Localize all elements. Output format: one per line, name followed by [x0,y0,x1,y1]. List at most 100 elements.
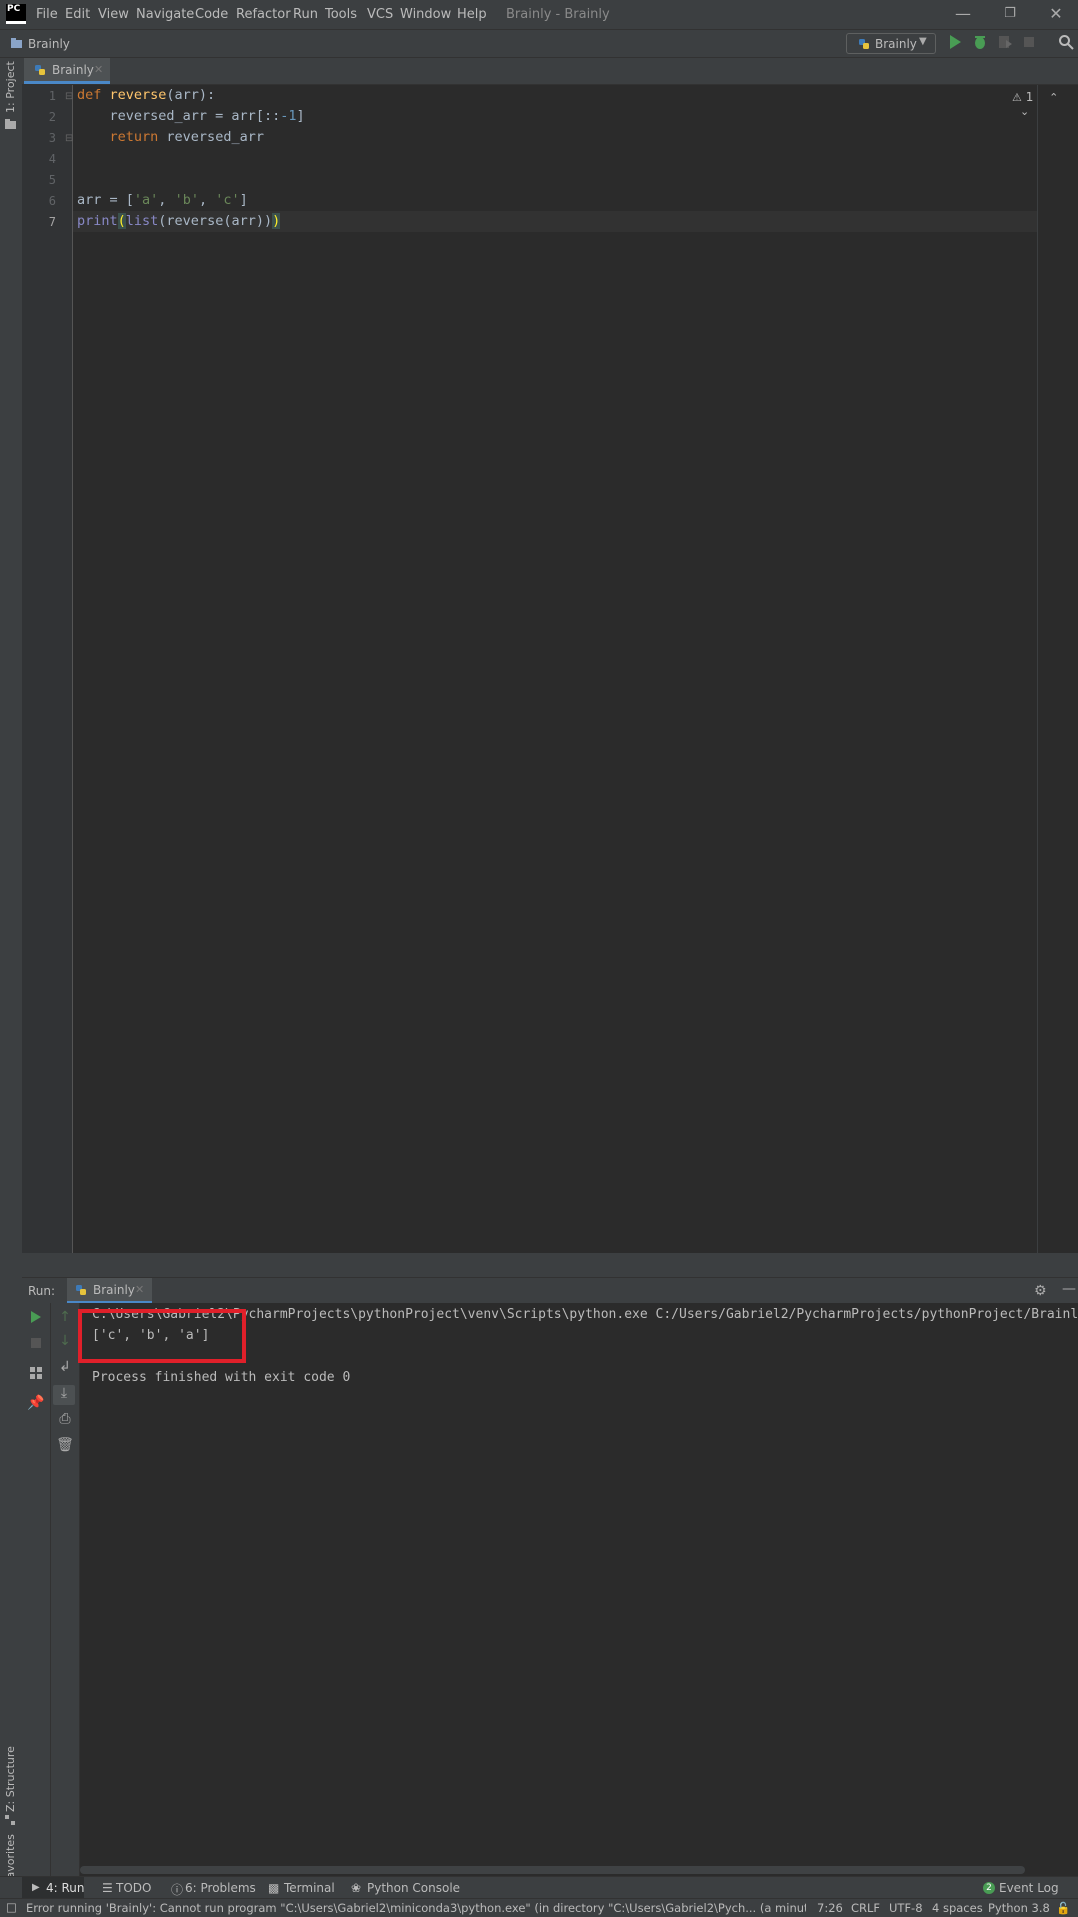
code-token: 'c' [215,192,240,208]
rerun-icon[interactable] [22,1310,50,1328]
chevron-up-icon[interactable]: ⌃ [1049,91,1058,104]
menu-navigate[interactable]: Navigate [136,7,194,22]
code-token: (arr): [166,87,216,103]
line-separator[interactable]: CRLF [851,1901,880,1915]
structure-icon [5,1814,17,1829]
code-line-1[interactable]: def reverse(arr): [77,87,215,103]
code-line-7[interactable]: print(list(reverse(arr))) [77,213,281,229]
editor-tab-bar: Brainly ✕ [22,58,1078,85]
menu-tools[interactable]: Tools [325,7,357,22]
line-number: 1 [48,89,56,103]
run-tool-button[interactable]: 4: Run [46,1881,85,1895]
navigation-bar: Brainly Brainly ▼ [0,29,1078,58]
menu-file[interactable]: File [36,7,58,22]
lock-icon[interactable]: 🔓 [1056,1901,1070,1915]
run-tab-brainly[interactable]: Brainly ✕ [67,1278,152,1304]
scroll-to-end-icon[interactable]: ⤓ [53,1385,75,1405]
indent-setting[interactable]: 4 spaces [932,1901,983,1915]
run-icon[interactable] [948,34,962,54]
print-icon[interactable]: ⎙ [51,1411,79,1427]
output-highlight-box [78,1309,246,1363]
menu-run[interactable]: Run [293,7,318,22]
title-bar: PC File Edit View Navigate Code Refactor… [0,0,1078,29]
pin-icon[interactable]: 📌 [22,1395,50,1411]
menu-help[interactable]: Help [457,7,487,22]
inspection-widget[interactable]: ⚠ 1 ⌃ ⌄ [1012,90,1078,118]
chevron-down-icon[interactable]: ⌄ [1020,105,1029,118]
hide-icon[interactable]: — [1062,1281,1076,1297]
line-number: 5 [48,173,56,187]
tab-close-icon[interactable]: ✕ [135,1283,144,1296]
menu-code[interactable]: Code [195,7,228,22]
tool-window-splitter[interactable] [22,1253,1078,1277]
tab-close-icon[interactable]: ✕ [94,63,103,76]
file-encoding[interactable]: UTF-8 [889,1901,923,1915]
code-token: print [77,213,118,229]
search-icon[interactable] [1058,34,1074,54]
python-interpreter[interactable]: Python 3.8 [988,1901,1050,1915]
folder-icon [10,37,24,54]
editor-tab-brainly[interactable]: Brainly ✕ [24,58,110,84]
line-number: 7 [48,215,56,229]
problems-tool-button[interactable]: 6: Problems [185,1881,256,1895]
layout-icon[interactable] [22,1367,50,1383]
pycharm-logo: PC [6,4,26,24]
breadcrumb[interactable]: Brainly [28,37,70,51]
code-line-6[interactable]: arr = ['a', 'b', 'c'] [77,192,248,208]
code-line-3[interactable]: return reversed_arr [77,129,264,145]
code-token: return [109,129,167,145]
python-icon [858,38,870,54]
python-console-tool-button[interactable]: Python Console [367,1881,460,1895]
window-title: Brainly - Brainly [506,7,610,22]
code-token: list [125,213,159,229]
close-icon[interactable]: ✕ [1038,3,1074,25]
menu-refactor[interactable]: Refactor [236,7,291,22]
chevron-down-icon: ▼ [919,36,927,47]
code-token: 'a' [133,192,159,208]
minimize-icon[interactable]: — [945,3,981,25]
run-label: Run: [28,1284,56,1298]
debug-icon[interactable] [972,34,988,54]
gear-icon[interactable]: ⚙ [1034,1283,1047,1299]
restore-icon[interactable]: ❐ [992,3,1028,25]
soft-wrap-icon[interactable]: ↲ [51,1359,79,1375]
code-token: ) [272,213,281,229]
python-file-icon [34,64,46,80]
status-bar: □ Error running 'Brainly': Cannot run pr… [0,1898,1078,1917]
menu-vcs[interactable]: VCS [367,7,393,22]
horizontal-scrollbar[interactable] [80,1866,1025,1874]
todo-tool-button[interactable]: TODO [116,1881,151,1895]
event-log-tool-button[interactable]: Event Log [999,1881,1059,1895]
code-token: ] [239,192,248,208]
menu-edit[interactable]: Edit [65,7,90,22]
stop-icon[interactable] [22,1337,50,1353]
code-token: (reverse(arr)) [158,213,273,229]
menu-view[interactable]: View [98,7,129,22]
code-token: 'b' [174,192,199,208]
caret-position[interactable]: 7:26 [817,1901,843,1915]
terminal-icon: ▩ [268,1881,280,1895]
code-token: reversed_arr [166,129,264,145]
arrow-down-icon[interactable]: ↓ [51,1333,79,1349]
code-editor[interactable] [73,85,1078,1253]
tool-window-bar: ▶ 4: Run ☰ TODO ⓘ 6: Problems ▩ Terminal… [0,1876,1078,1899]
terminal-tool-button[interactable]: Terminal [284,1881,335,1895]
run-toolbar-secondary: ↑ ↓ ↲ ⤓ ⎙ 🗑 [51,1303,80,1876]
run-console[interactable]: C:\Users\Gabriel2\PycharmProjects\python… [80,1303,1078,1866]
run-configuration-selector[interactable]: Brainly ▼ [846,33,936,54]
run-config-label: Brainly [875,37,917,51]
code-line-2[interactable]: reversed_arr = arr[::-1] [77,108,305,124]
arrow-up-icon[interactable]: ↑ [51,1309,79,1325]
menu-window[interactable]: Window [400,7,451,22]
left-tool-strip: 1: Project Z: Structure 2: Favorites ★ [0,58,23,1916]
status-message[interactable]: Error running 'Brainly': Cannot run prog… [26,1901,806,1915]
structure-tool-button[interactable]: Z: Structure [4,1746,17,1812]
trash-icon[interactable]: 🗑 [51,1437,79,1453]
coverage-icon[interactable] [997,34,1013,54]
status-toggle-icon[interactable]: □ [6,1900,17,1914]
code-token: ] [296,108,305,124]
project-tool-button[interactable]: 1: Project [4,61,17,113]
line-number: 3 [48,131,56,145]
inspection-count: 1 [1025,90,1034,104]
stop-icon[interactable] [1022,35,1036,53]
